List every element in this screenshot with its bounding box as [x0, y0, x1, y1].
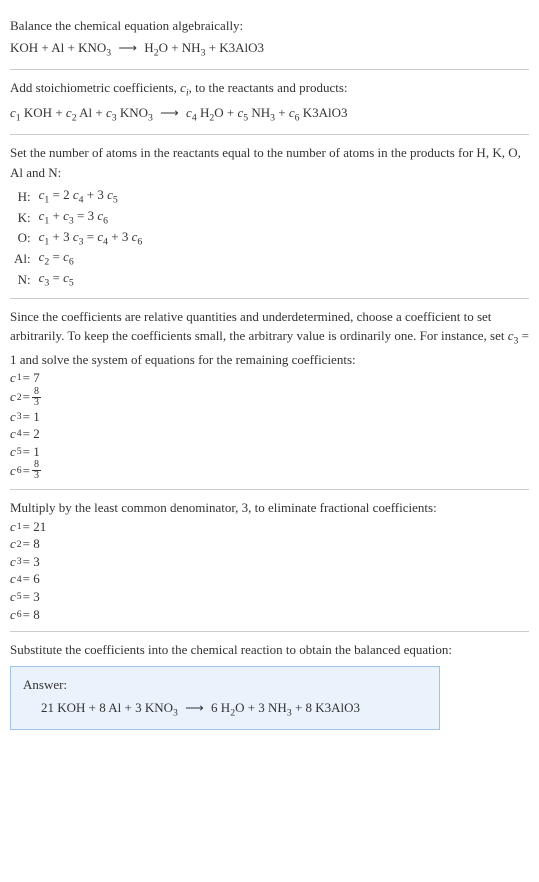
eq: c1 = 2 c4 + 3 c5 [35, 186, 147, 207]
arrow-icon: ⟶ [160, 105, 179, 120]
coeff-c5: c5 = 1 [10, 443, 529, 461]
coeff-c5: c5 = 3 [10, 588, 529, 606]
label: K: [10, 207, 35, 228]
solve-intro: Since the coefficients are relative quan… [10, 307, 529, 369]
section-answer: Substitute the coefficients into the che… [10, 632, 529, 738]
lhs: KOH + Al + KNO [10, 40, 106, 55]
rhs-a: 6 H [211, 700, 230, 715]
eq: c3 = c5 [35, 269, 147, 290]
coeff-c4: c4 = 2 [10, 425, 529, 443]
stoich-intro: Add stoichiometric coefficients, ci, to … [10, 78, 529, 101]
t: KNO [117, 105, 148, 120]
coeff-c1: c1 = 7 [10, 369, 529, 387]
sub: 3 [148, 113, 153, 124]
text: and solve the system of equations for th… [17, 352, 356, 367]
fraction: 83 [32, 460, 41, 481]
t: O + [214, 105, 237, 120]
arrow-icon: ⟶ [185, 700, 204, 715]
answer-box: Answer: 21 KOH + 8 Al + 3 KNO3 ⟶ 6 H2O +… [10, 666, 440, 731]
row-k: K:c1 + c3 = 3 c6 [10, 207, 146, 228]
label: N: [10, 269, 35, 290]
coeff-c3: c3 = 3 [10, 553, 529, 571]
sub: 3 [106, 47, 111, 58]
section-stoich: Add stoichiometric coefficients, ci, to … [10, 70, 529, 135]
stoich-equation: c1 KOH + c2 Al + c3 KNO3 ⟶ c4 H2O + c5 N… [10, 103, 529, 126]
eq: c2 = c6 [35, 248, 147, 269]
substitute-intro: Substitute the coefficients into the che… [10, 640, 529, 660]
eq: c1 + c3 = 3 c6 [35, 207, 147, 228]
row-h: H:c1 = 2 c4 + 3 c5 [10, 186, 146, 207]
atom-balance-intro: Set the number of atoms in the reactants… [10, 143, 529, 182]
text: , to the reactants and products: [189, 80, 348, 95]
multiply-intro: Multiply by the least common denominator… [10, 498, 529, 518]
t: NH [248, 105, 270, 120]
t: H [197, 105, 210, 120]
fraction: 83 [32, 387, 41, 408]
section-atom-balance: Set the number of atoms in the reactants… [10, 135, 529, 299]
coeff-c6: c6 = 83 [10, 460, 529, 481]
coeff-c1: c1 = 21 [10, 518, 529, 536]
unbalanced-equation: KOH + Al + KNO3 ⟶ H2O + NH3 + K3AlO3 [10, 38, 529, 61]
answer-label: Answer: [23, 675, 427, 695]
atom-equations-table: H:c1 = 2 c4 + 3 c5 K:c1 + c3 = 3 c6 O:c1… [10, 186, 146, 290]
row-n: N:c3 = c5 [10, 269, 146, 290]
coeff-c6: c6 = 8 [10, 606, 529, 624]
coeff-c4: c4 = 6 [10, 570, 529, 588]
coeff-list-integer: c1 = 21 c2 = 8 c3 = 3 c4 = 6 c5 = 3 c6 =… [10, 518, 529, 623]
coeff-c3: c3 = 1 [10, 408, 529, 426]
label: Al: [10, 248, 35, 269]
balanced-equation: 21 KOH + 8 Al + 3 KNO3 ⟶ 6 H2O + 3 NH3 +… [23, 698, 427, 721]
section-solve: Since the coefficients are relative quan… [10, 299, 529, 490]
rhs-c: + 8 K3AlO3 [292, 700, 360, 715]
t: Al + [77, 105, 106, 120]
rhs-b: O + 3 NH [235, 700, 287, 715]
rhs-c: + K3AlO3 [205, 40, 264, 55]
t: + [275, 105, 289, 120]
text: Add stoichiometric coefficients, [10, 80, 180, 95]
label: H: [10, 186, 35, 207]
coeff-c2: c2 = 8 [10, 535, 529, 553]
row-o: O:c1 + 3 c3 = c4 + 3 c6 [10, 228, 146, 249]
rhs-b: O + NH [159, 40, 201, 55]
lhs: 21 KOH + 8 Al + 3 KNO [41, 700, 173, 715]
label: O: [10, 228, 35, 249]
prompt-text: Balance the chemical equation algebraica… [10, 16, 529, 36]
eq: c1 + 3 c3 = c4 + 3 c6 [35, 228, 147, 249]
t: KOH + [21, 105, 66, 120]
section-multiply: Multiply by the least common denominator… [10, 490, 529, 632]
section-problem: Balance the chemical equation algebraica… [10, 8, 529, 70]
coeff-c2: c2 = 83 [10, 387, 529, 408]
t: K3AlO3 [300, 105, 348, 120]
sub: 3 [173, 708, 178, 719]
text: Since the coefficients are relative quan… [10, 309, 508, 344]
coeff-list-fractional: c1 = 7 c2 = 83 c3 = 1 c4 = 2 c5 = 1 c6 =… [10, 369, 529, 481]
rhs-a: H [144, 40, 153, 55]
row-al: Al:c2 = c6 [10, 248, 146, 269]
arrow-icon: ⟶ [118, 40, 137, 55]
